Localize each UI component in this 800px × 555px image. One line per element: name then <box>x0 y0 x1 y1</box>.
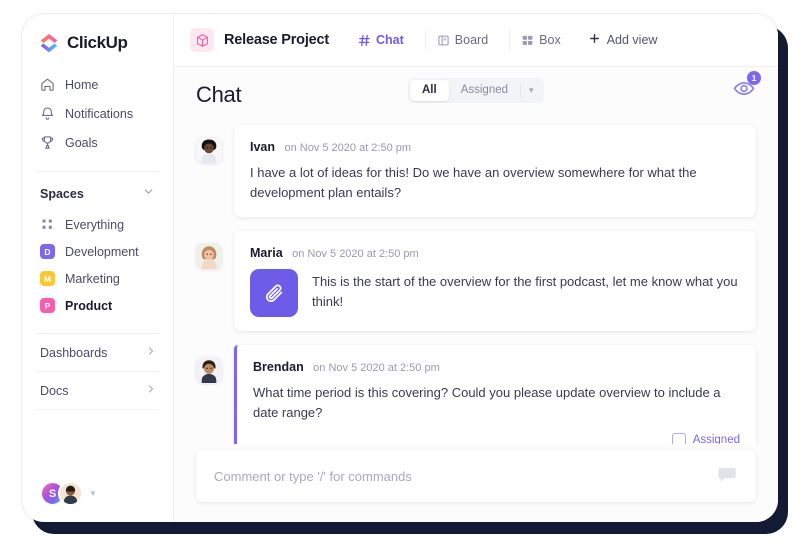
sidebar-item-product[interactable]: P Product <box>22 292 173 319</box>
message-thread: Ivan on Nov 5 2020 at 2:50 pm I have a l… <box>174 113 778 444</box>
message-header: Brendan on Nov 5 2020 at 2:50 pm <box>253 358 740 376</box>
sidebar-item-docs[interactable]: Docs <box>22 372 173 409</box>
tab-label: Board <box>454 33 489 47</box>
bell-icon <box>40 106 55 121</box>
clickup-logo-icon <box>38 32 60 54</box>
add-view-label: Add view <box>606 33 658 47</box>
message-bubble: Maria on Nov 5 2020 at 2:50 pm This is t… <box>234 231 756 332</box>
sidebar-item-label: Everything <box>65 217 125 232</box>
sidebar-item-label: Home <box>65 77 99 92</box>
sidebar-item-label: Marketing <box>65 271 120 286</box>
sidebar-item-label: Docs <box>40 383 69 398</box>
chat-title: Chat <box>196 82 242 107</box>
tab-chat[interactable]: Chat <box>347 30 415 50</box>
chat-filter: All Assigned ▾ <box>408 78 544 103</box>
message-timestamp: on Nov 5 2020 at 2:50 pm <box>284 142 412 154</box>
watchers-button[interactable]: 1 <box>732 71 761 101</box>
add-view-button[interactable]: Add view <box>588 32 658 48</box>
space-square-icon: D <box>40 244 55 259</box>
space-square-icon: P <box>40 298 55 313</box>
spaces-section-header[interactable]: Spaces <box>22 172 173 211</box>
sidebar-item-label: Development <box>65 244 139 259</box>
hash-icon <box>358 34 371 47</box>
chevron-down-icon[interactable]: ▼ <box>89 489 97 498</box>
sidebar-item-label: Product <box>65 298 113 313</box>
brand[interactable]: ClickUp <box>22 14 173 68</box>
main-area: Release Project Chat Board Box Add view … <box>174 14 778 522</box>
message-timestamp: on Nov 5 2020 at 2:50 pm <box>292 248 419 261</box>
message-item: Ivan on Nov 5 2020 at 2:50 pm I have a l… <box>196 125 756 218</box>
filter-option-assigned[interactable]: Assigned <box>449 80 520 101</box>
comment-bubble-icon[interactable] <box>716 463 738 490</box>
plus-icon <box>588 32 601 48</box>
box-grid-icon <box>521 34 534 47</box>
home-icon <box>40 77 55 92</box>
sidebar-item-goals[interactable]: Goals <box>22 128 173 157</box>
attachment-row: This is the start of the overview for th… <box>250 269 740 318</box>
user-avatar-brendan[interactable] <box>196 357 222 384</box>
trophy-icon <box>40 135 55 150</box>
page-title: Release Project <box>224 32 330 48</box>
composer-area <box>174 444 778 522</box>
composer[interactable] <box>196 450 756 502</box>
sidebar-item-home[interactable]: Home <box>22 70 173 99</box>
chevron-down-icon[interactable]: ▾ <box>520 83 542 98</box>
space-square-icon: M <box>40 271 55 286</box>
message-text: This is the start of the overview for th… <box>312 274 738 310</box>
message-text: I have a lot of ideas for this! Do we ha… <box>250 165 697 201</box>
primary-nav: Home Notifications Goals <box>22 68 173 163</box>
sidebar-item-label: Notifications <box>65 106 134 121</box>
message-author: Ivan <box>250 140 276 154</box>
chevron-down-icon[interactable] <box>142 185 155 203</box>
sidebar-item-everything[interactable]: Everything <box>22 211 173 238</box>
tab-board[interactable]: Board <box>424 30 499 50</box>
message-item: Maria on Nov 5 2020 at 2:50 pm This is t… <box>196 231 756 332</box>
tab-box[interactable]: Box <box>509 30 572 50</box>
assigned-checkbox[interactable] <box>671 432 686 444</box>
board-icon <box>437 34 450 47</box>
app-window: ClickUp Home Notifications Goals Spaces … <box>22 14 778 522</box>
watchers-count-badge: 1 <box>747 71 761 85</box>
screenshot-stage: ClickUp Home Notifications Goals Spaces … <box>0 0 800 555</box>
box-cube-icon <box>190 28 214 52</box>
message-bubble: Brendan on Nov 5 2020 at 2:50 pm What ti… <box>234 345 756 444</box>
message-item: Brendan on Nov 5 2020 at 2:50 pm What ti… <box>196 345 756 444</box>
avatar[interactable] <box>58 481 83 506</box>
topbar: Release Project Chat Board Box Add view <box>174 14 778 67</box>
sidebar-item-label: Dashboards <box>40 345 108 360</box>
comment-input[interactable] <box>214 468 716 484</box>
user-avatar-maria[interactable] <box>196 243 222 270</box>
chevron-right-icon <box>145 345 157 360</box>
spaces-list: Everything D Development M Marketing P P… <box>22 211 173 319</box>
grid-dots-icon <box>40 217 55 232</box>
message-author: Maria <box>250 246 283 261</box>
message-timestamp: on Nov 5 2020 at 2:50 pm <box>313 362 440 375</box>
message-header: Maria on Nov 5 2020 at 2:50 pm <box>250 244 740 262</box>
sidebar-item-label: Goals <box>65 135 98 150</box>
sidebar-item-notifications[interactable]: Notifications <box>22 99 173 128</box>
tab-label: Chat <box>376 33 404 47</box>
sidebar-item-development[interactable]: D Development <box>22 238 173 265</box>
divider <box>36 409 159 410</box>
sidebar-item-marketing[interactable]: M Marketing <box>22 265 173 292</box>
brand-name: ClickUp <box>67 33 128 52</box>
user-avatar-ivan[interactable] <box>196 137 222 163</box>
tab-label: Box <box>539 33 561 47</box>
message-author: Brendan <box>253 360 304 375</box>
message-text: What time period is this covering? Could… <box>253 385 721 421</box>
assigned-toggle[interactable]: Assigned <box>253 432 740 444</box>
spaces-title: Spaces <box>40 187 84 201</box>
assigned-label: Assigned <box>692 433 740 444</box>
sidebar: ClickUp Home Notifications Goals Spaces … <box>22 14 174 522</box>
message-header: Ivan on Nov 5 2020 at 2:50 pm <box>250 138 740 156</box>
chat-header: Chat All Assigned ▾ 1 <box>174 67 778 113</box>
message-bubble: Ivan on Nov 5 2020 at 2:50 pm I have a l… <box>234 125 756 218</box>
sidebar-footer: S ▼ <box>22 481 173 522</box>
filter-option-all[interactable]: All <box>410 80 449 101</box>
chevron-right-icon <box>145 383 157 398</box>
sidebar-item-dashboards[interactable]: Dashboards <box>22 334 173 371</box>
paperclip-icon <box>265 284 283 303</box>
attachment-thumbnail[interactable] <box>250 269 298 318</box>
